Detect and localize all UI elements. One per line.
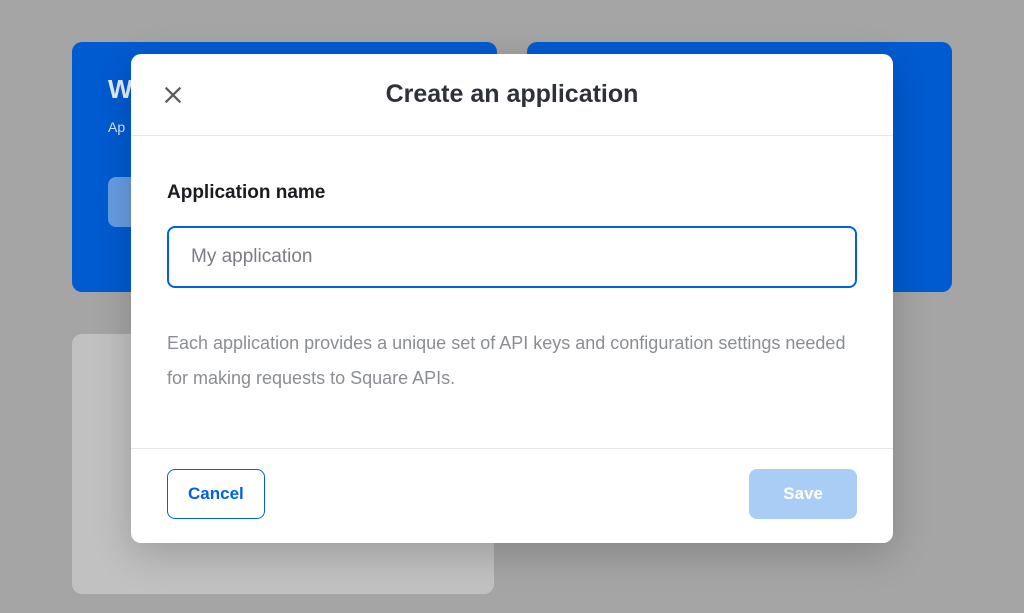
modal-footer: Cancel Save — [131, 448, 893, 543]
modal-overlay: Create an application Application name E… — [0, 0, 1024, 613]
application-name-help-text: Each application provides a unique set o… — [167, 326, 857, 396]
create-application-modal: Create an application Application name E… — [131, 54, 893, 543]
save-button[interactable]: Save — [749, 469, 857, 519]
modal-body: Application name Each application provid… — [131, 136, 893, 448]
close-button[interactable] — [159, 81, 187, 109]
application-name-input[interactable] — [167, 226, 857, 288]
modal-header: Create an application — [131, 54, 893, 136]
modal-title: Create an application — [131, 80, 893, 109]
application-name-label: Application name — [167, 182, 857, 204]
cancel-button[interactable]: Cancel — [167, 469, 265, 519]
close-icon — [162, 84, 184, 106]
